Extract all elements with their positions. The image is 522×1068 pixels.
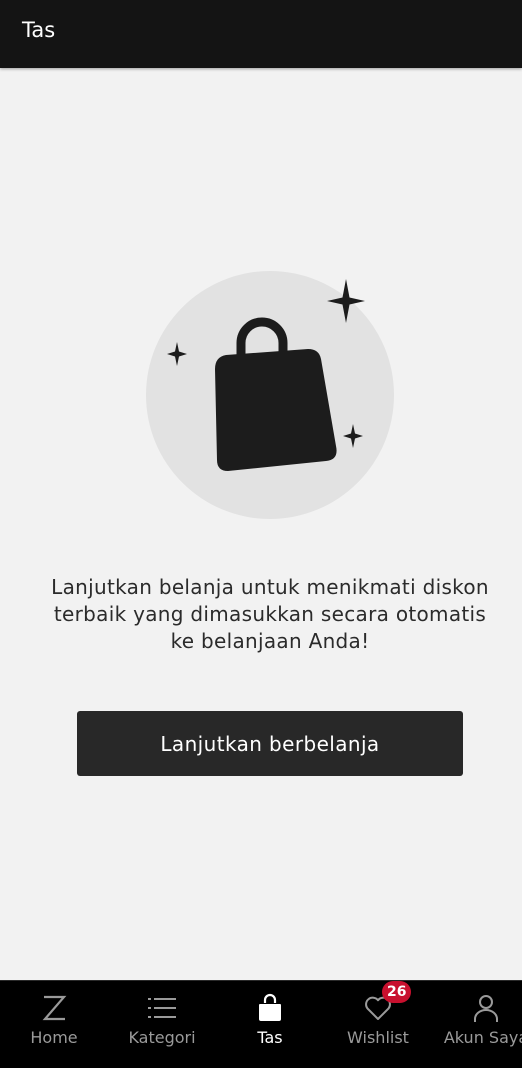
page-title: Tas (22, 18, 56, 42)
wishlist-count-badge: 26 (382, 981, 412, 1003)
zalora-z-icon (42, 995, 67, 1021)
empty-bag-message: Lanjutkan belanja untuk menikmati diskon… (51, 575, 489, 653)
nav-akun-saya-label: Akun Saya (443, 1028, 522, 1047)
nav-home[interactable]: Home (0, 981, 108, 1068)
bottom-navigation: Home Kategori Tas 26 Wishlist Akun Saya (0, 980, 522, 1068)
nav-tas[interactable]: Tas (216, 981, 324, 1068)
user-icon (474, 995, 498, 1022)
bag-icon (259, 993, 281, 1021)
nav-wishlist[interactable]: 26 Wishlist (324, 981, 432, 1068)
continue-shopping-button[interactable]: Lanjutkan berbelanja (77, 711, 463, 776)
list-icon (148, 998, 176, 1018)
nav-akun-saya[interactable]: Akun Saya (432, 981, 522, 1068)
nav-kategori[interactable]: Kategori (108, 981, 216, 1068)
empty-bag-illustration (146, 271, 394, 519)
app-bar: Tas (0, 0, 522, 68)
